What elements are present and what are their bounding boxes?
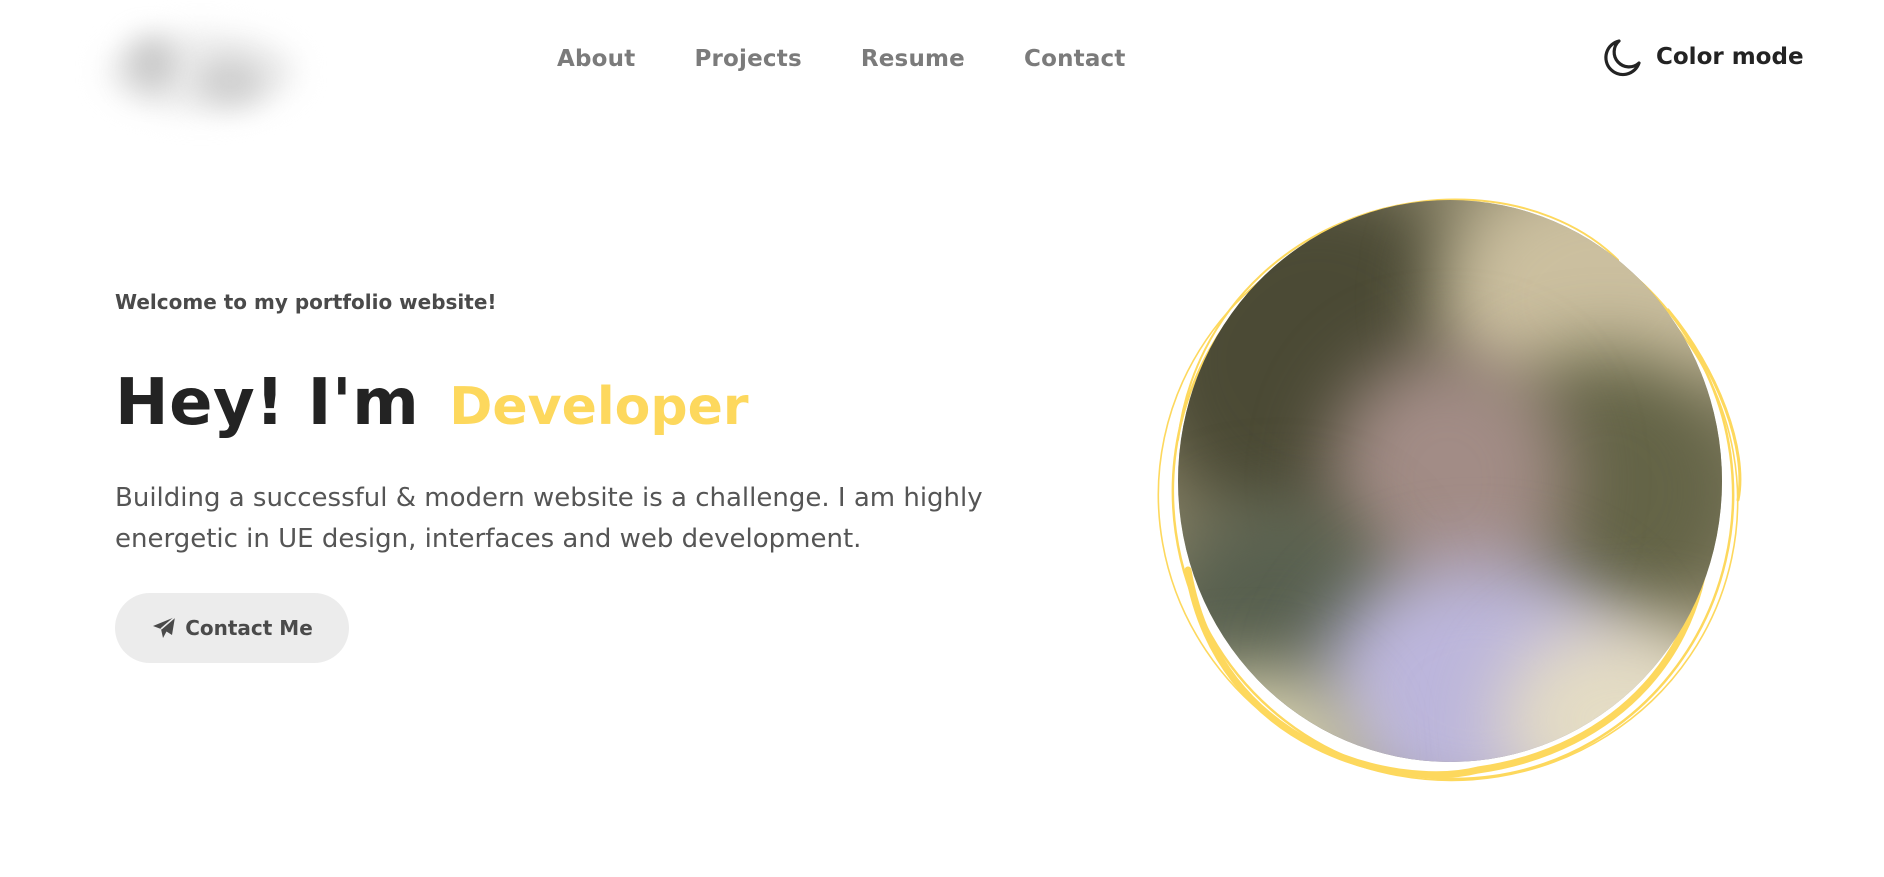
nav-link-resume[interactable]: Resume [861, 44, 965, 74]
hero-description: Building a successful & modern website i… [115, 483, 983, 554]
nav-link-projects[interactable]: Projects [694, 44, 801, 74]
contact-me-label: Contact Me [185, 616, 313, 640]
profile-photo [1178, 200, 1722, 762]
role-text: Developer [449, 377, 749, 437]
color-mode-toggle[interactable]: Color mode [1602, 36, 1804, 78]
nav-link-about[interactable]: About [557, 44, 635, 74]
hero-headline: Hey! I'm Developer [115, 366, 749, 440]
moon-icon [1602, 36, 1644, 78]
nav-link-contact[interactable]: Contact [1024, 44, 1126, 74]
logo-blur-shape [196, 58, 264, 104]
color-mode-label: Color mode [1656, 44, 1804, 70]
contact-me-button[interactable]: Contact Me [115, 593, 349, 663]
logo[interactable] [96, 18, 310, 118]
logo-blur-shape [128, 38, 176, 90]
profile-photo-frame [1148, 190, 1756, 798]
paper-plane-icon [151, 615, 177, 641]
main-nav: About Projects Resume Contact [557, 44, 1185, 74]
greeting-text: Hey! I'm [115, 366, 420, 440]
site-header: About Projects Resume Contact Color mode [0, 0, 1884, 118]
welcome-text: Welcome to my portfolio website! [115, 290, 497, 314]
